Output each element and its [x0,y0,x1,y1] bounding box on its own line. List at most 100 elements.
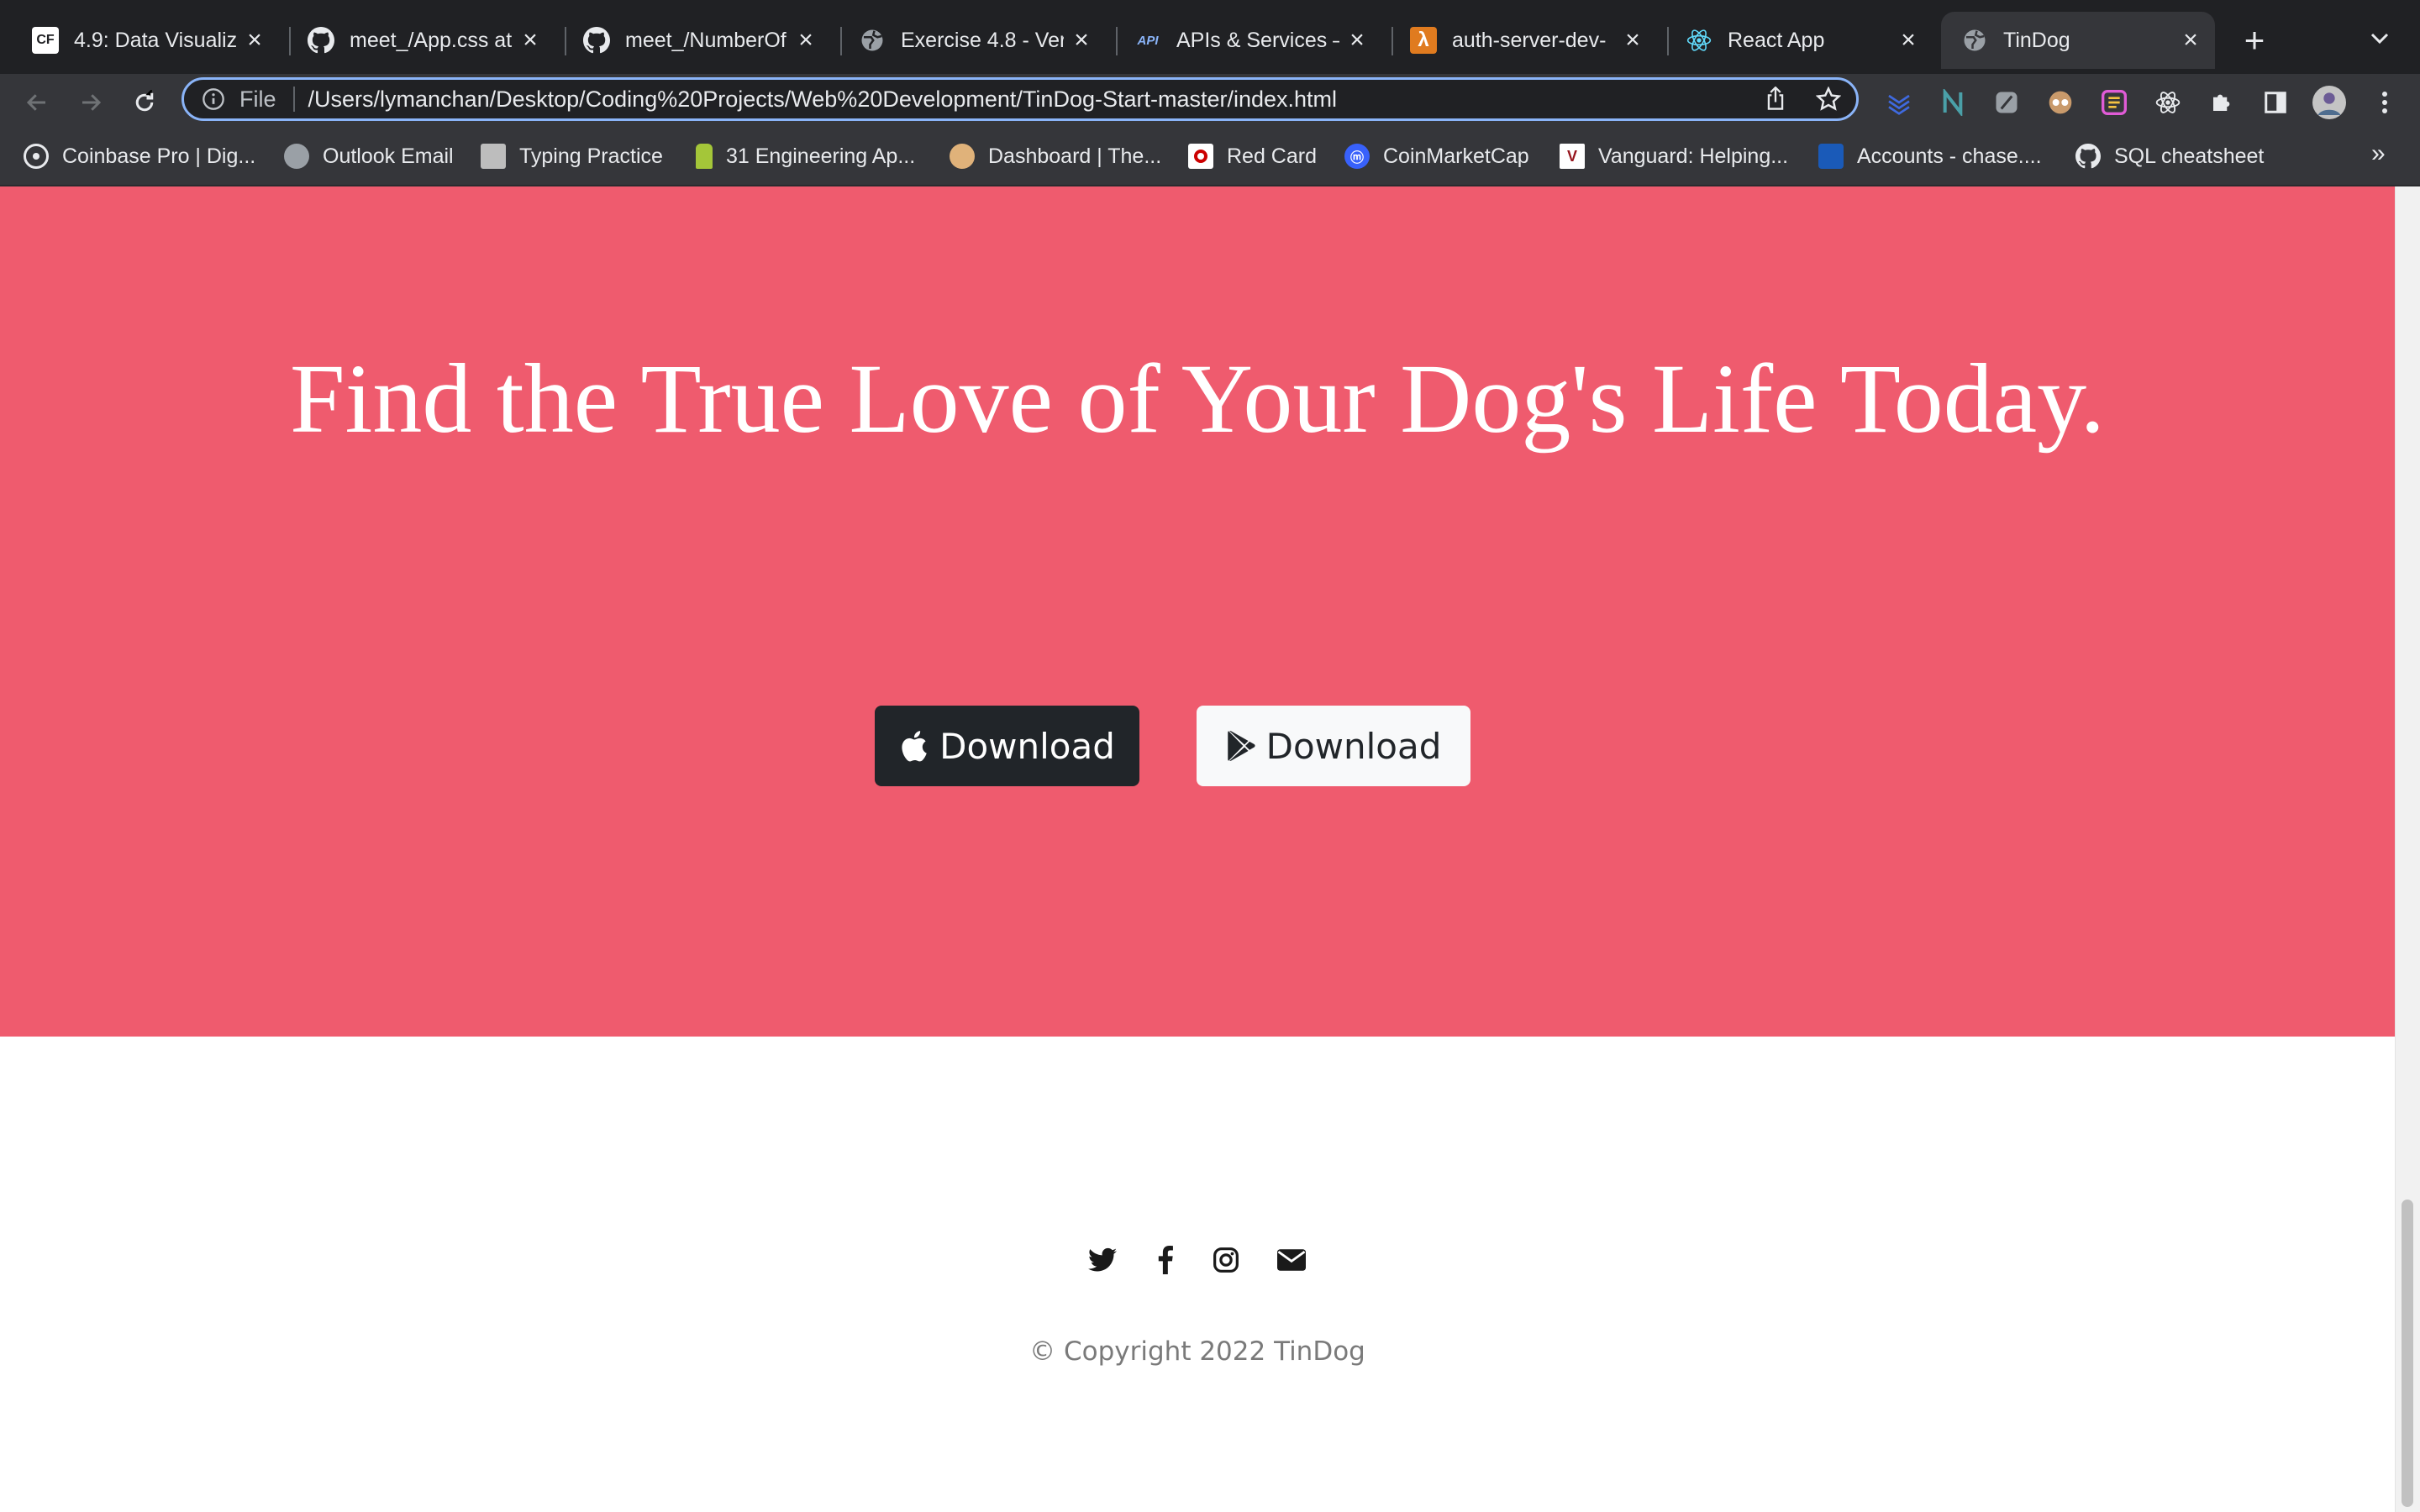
bookmark-label: Accounts - chase.... [1857,144,2042,168]
hero-section: Find the True Love of Your Dog's Life To… [0,186,2395,1037]
hero-headline: Find the True Love of Your Dog's Life To… [290,344,2105,454]
facebook-icon[interactable] [1149,1243,1182,1277]
tab-title: TinDog [2003,28,2070,52]
tab-title: auth-server-dev- [1452,28,1607,52]
address-url[interactable]: /Users/lymanchan/Desktop/Coding%20Projec… [308,87,1338,113]
aws-lambda-icon: λ [1410,27,1437,54]
extension-wave-icon[interactable] [1882,86,1916,119]
bookmark-label: SQL cheatsheet [2114,144,2265,168]
bookmark-coinbase[interactable]: Coinbase Pro | Dig... [24,141,255,171]
vanguard-icon: V [1560,144,1585,169]
tab-react-app[interactable]: React App × [1665,12,1933,69]
apple-download-button[interactable]: Download [875,706,1139,786]
reload-button[interactable] [126,84,163,121]
bookmark-coinmarketcap[interactable]: ⓜ CoinMarketCap [1344,141,1529,171]
menu-kebab-icon[interactable] [2368,86,2402,119]
extension-n-icon[interactable] [1936,86,1970,119]
close-icon[interactable]: × [1069,26,1094,54]
keyboard-icon [481,144,506,169]
close-icon[interactable]: × [2178,26,2203,54]
bookmark-label: Outlook Email [323,144,454,168]
api-icon: API [1137,33,1159,48]
globe-icon [859,27,886,54]
page-viewport: Find the True Love of Your Dog's Life To… [0,186,2395,1512]
forward-button[interactable] [72,84,109,121]
address-separator [292,87,295,112]
android-icon [696,144,713,169]
bookmark-sql-cheatsheet[interactable]: SQL cheatsheet [2075,141,2264,171]
bookmark-label: Red Card [1227,144,1317,168]
close-icon[interactable]: × [793,26,818,54]
close-icon[interactable]: × [1620,26,1645,54]
bookmark-label: CoinMarketCap [1383,144,1529,168]
tab-app-css[interactable]: meet_/App.css at × [287,12,555,69]
bookmark-chase[interactable]: Accounts - chase.... [1818,141,2042,171]
close-icon[interactable]: × [1896,26,1921,54]
bookmark-label: 31 Engineering Ap... [726,144,916,168]
tab-search-chevron-icon[interactable] [2363,22,2396,55]
google-play-download-label: Download [1265,725,1442,767]
bookmark-red-card[interactable]: Red Card [1188,141,1317,171]
tab-auth-server[interactable]: λ auth-server-dev- × [1390,12,1657,69]
tab-exercise[interactable]: Exercise 4.8 - Ver × [839,12,1106,69]
extension-spy-icon[interactable] [2044,86,2077,119]
bookmark-star-icon[interactable] [1815,86,1842,116]
bookmarks-bar: Coinbase Pro | Dig... Outlook Email Typi… [0,128,2420,186]
google-play-icon [1226,728,1256,764]
close-icon[interactable]: × [518,26,543,54]
bookmarks-overflow-button[interactable]: » [2371,139,2386,168]
viking-icon [950,144,975,169]
target-icon [1188,144,1213,169]
back-button[interactable] [18,84,55,121]
bookmark-label: Typing Practice [519,144,663,168]
bookmark-engineering[interactable]: 31 Engineering Ap... [696,141,915,171]
github-icon [583,27,610,54]
bookmark-typing-practice[interactable]: Typing Practice [481,141,663,171]
bookmark-label: Coinbase Pro | Dig... [62,144,256,168]
profile-avatar[interactable] [2312,86,2346,119]
info-icon[interactable] [201,87,226,112]
tab-data-visualization[interactable]: CF 4.9: Data Visualiz × [12,12,279,69]
tab-title: Exercise 4.8 - Ver [901,28,1064,52]
tab-tindog[interactable]: TinDog × [1941,12,2215,69]
share-icon[interactable] [1764,86,1787,116]
arrow-right-icon [82,94,102,111]
tab-title: APIs & Services – [1176,28,1339,52]
close-icon[interactable]: × [1344,26,1370,54]
apple-icon [899,728,929,764]
extension-feather-icon[interactable] [1990,86,2023,119]
close-icon[interactable]: × [242,26,267,54]
coinbase-icon [24,144,49,169]
bookmark-label: Vanguard: Helping... [1598,144,1789,168]
tab-title: meet_/NumberOf [625,28,786,52]
extension-colorful-icon[interactable] [2097,86,2131,119]
puzzle-extensions-icon[interactable] [2205,86,2238,119]
react-devtools-icon[interactable] [2151,86,2185,119]
arrow-left-icon [26,94,45,111]
page-scrollbar-thumb[interactable] [2402,1200,2413,1507]
twitter-icon[interactable] [1086,1243,1119,1277]
envelope-icon[interactable] [1275,1243,1308,1277]
tab-strip: CF 4.9: Data Visualiz × meet_/App.css at… [0,0,2420,74]
side-panel-icon[interactable] [2259,86,2292,119]
new-tab-button[interactable]: + [2235,18,2274,62]
chase-icon [1818,144,1844,169]
bookmark-outlook[interactable]: Outlook Email [284,141,454,171]
apple-download-label: Download [939,725,1115,767]
address-bar[interactable]: File /Users/lymanchan/Desktop/Coding%20P… [182,77,1859,121]
reload-icon [135,90,154,112]
tab-title: 4.9: Data Visualiz [74,28,237,52]
page-footer: © Copyright 2022 TinDog [0,1037,2395,1512]
tab-apis-services[interactable]: API APIs & Services – × [1114,12,1381,69]
react-icon [1686,27,1712,54]
coinmarketcap-icon: ⓜ [1344,144,1370,169]
bookmark-label: Dashboard | The... [988,144,1162,168]
bookmark-vanguard[interactable]: V Vanguard: Helping... [1560,141,1788,171]
instagram-icon[interactable] [1209,1243,1243,1277]
globe-icon [1961,27,1988,54]
tab-title: React App [1728,28,1825,52]
bookmark-dashboard[interactable]: Dashboard | The... [950,141,1161,171]
tab-title: meet_/App.css at [350,28,513,52]
google-play-download-button[interactable]: Download [1197,706,1470,786]
tab-number-of[interactable]: meet_/NumberOf × [563,12,830,69]
